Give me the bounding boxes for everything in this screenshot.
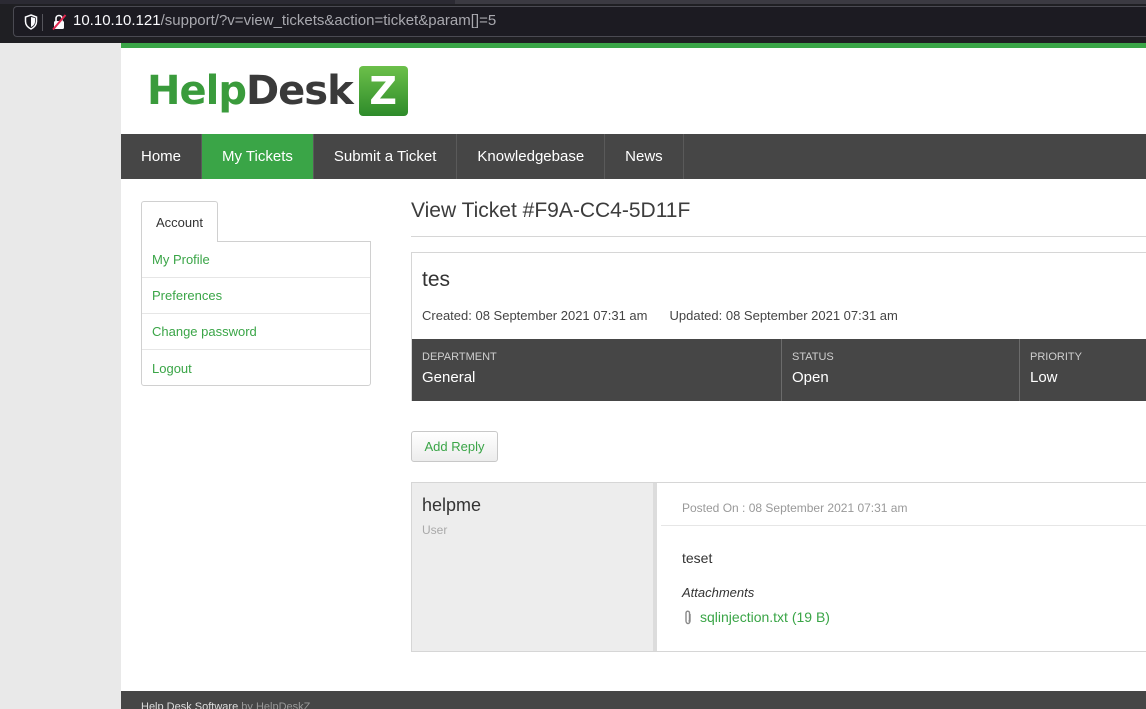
attachments-label: Attachments (682, 585, 755, 600)
footer: Help Desk Software by HelpDeskZ (121, 691, 1146, 709)
url-bar[interactable]: 10.10.10.121/support/?v=view_tickets&act… (13, 6, 1146, 37)
url-path: /support/?v=view_tickets&action=ticket&p… (160, 12, 497, 29)
add-reply-button[interactable]: Add Reply (411, 431, 498, 462)
attachment-link[interactable]: sqlinjection.txt (19 B) (682, 609, 830, 625)
prop-value: General (422, 369, 476, 386)
footer-text: Help Desk Software by HelpDeskZ (141, 701, 310, 709)
prop-value: Open (792, 369, 829, 386)
message-divider (661, 525, 1146, 526)
attachment-filename: sqlinjection.txt (19 B) (700, 609, 830, 625)
message-body: teset (682, 550, 713, 566)
prop-value: Low (1030, 369, 1058, 386)
prop-label: Priority (1030, 351, 1082, 363)
insecure-lock-icon[interactable] (51, 13, 67, 31)
tab-strip (0, 0, 1146, 4)
prop-status: Status Open (782, 339, 1020, 401)
prop-label: Department (422, 351, 497, 363)
title-divider (411, 236, 1146, 237)
prop-label: Status (792, 351, 834, 363)
sidebar-item-change-password[interactable]: Change password (142, 314, 370, 350)
nav-news[interactable]: News (605, 134, 684, 179)
browser-toolbar: 10.10.10.121/support/?v=view_tickets&act… (0, 0, 1146, 43)
footer-by[interactable]: by HelpDeskZ (241, 701, 310, 709)
main-nav: Home My Tickets Submit a Ticket Knowledg… (121, 134, 1146, 179)
logo-z-badge: Z (358, 66, 408, 116)
footer-software: Help Desk Software (141, 701, 239, 709)
logo-desk: Desk (245, 68, 354, 114)
page: HelpDesk Z Home My Tickets Submit a Ticke… (121, 43, 1146, 709)
ticket-subject: tes (422, 268, 451, 291)
message-author-panel: helpme User (412, 483, 657, 651)
url-host: 10.10.10.121 (73, 12, 161, 29)
shield-icon[interactable] (24, 14, 38, 30)
logo-help: Help (147, 68, 247, 114)
nav-knowledgebase[interactable]: Knowledgebase (457, 134, 606, 179)
nav-submit-ticket[interactable]: Submit a Ticket (314, 134, 458, 179)
paperclip-icon (685, 609, 691, 624)
ticket-summary: tes Created: 08 September 2021 07:31 am U… (411, 252, 1146, 401)
top-stripe (121, 43, 1146, 48)
account-tab[interactable]: Account (141, 201, 218, 242)
sidebar-item-preferences[interactable]: Preferences (142, 278, 370, 314)
prop-priority: Priority Low (1020, 339, 1146, 401)
url-text[interactable]: 10.10.10.121/support/?v=view_tickets&act… (73, 12, 496, 29)
prop-department: Department General (412, 339, 782, 401)
ticket-dates: Created: 08 September 2021 07:31 am Updat… (422, 308, 898, 323)
message-user-role: User (422, 523, 448, 537)
page-title: View Ticket #F9A-CC4-5D11F (411, 199, 691, 222)
nav-home[interactable]: Home (121, 134, 203, 179)
sidebar-item-logout[interactable]: Logout (142, 350, 370, 386)
account-menu: My Profile Preferences Change password L… (141, 241, 371, 386)
ticket-properties: Department General Status Open Priority … (412, 339, 1146, 401)
message-posted-on: Posted On : 08 September 2021 07:31 am (682, 501, 908, 515)
ticket-created: Created: 08 September 2021 07:31 am (422, 308, 648, 323)
ticket-message: helpme User Posted On : 08 September 202… (411, 482, 1146, 652)
nav-my-tickets[interactable]: My Tickets (202, 134, 314, 179)
ticket-updated: Updated: 08 September 2021 07:31 am (669, 308, 898, 323)
message-username: helpme (422, 495, 482, 515)
sidebar-item-my-profile[interactable]: My Profile (142, 242, 370, 278)
helpdeskz-logo[interactable]: HelpDesk Z (147, 63, 408, 119)
